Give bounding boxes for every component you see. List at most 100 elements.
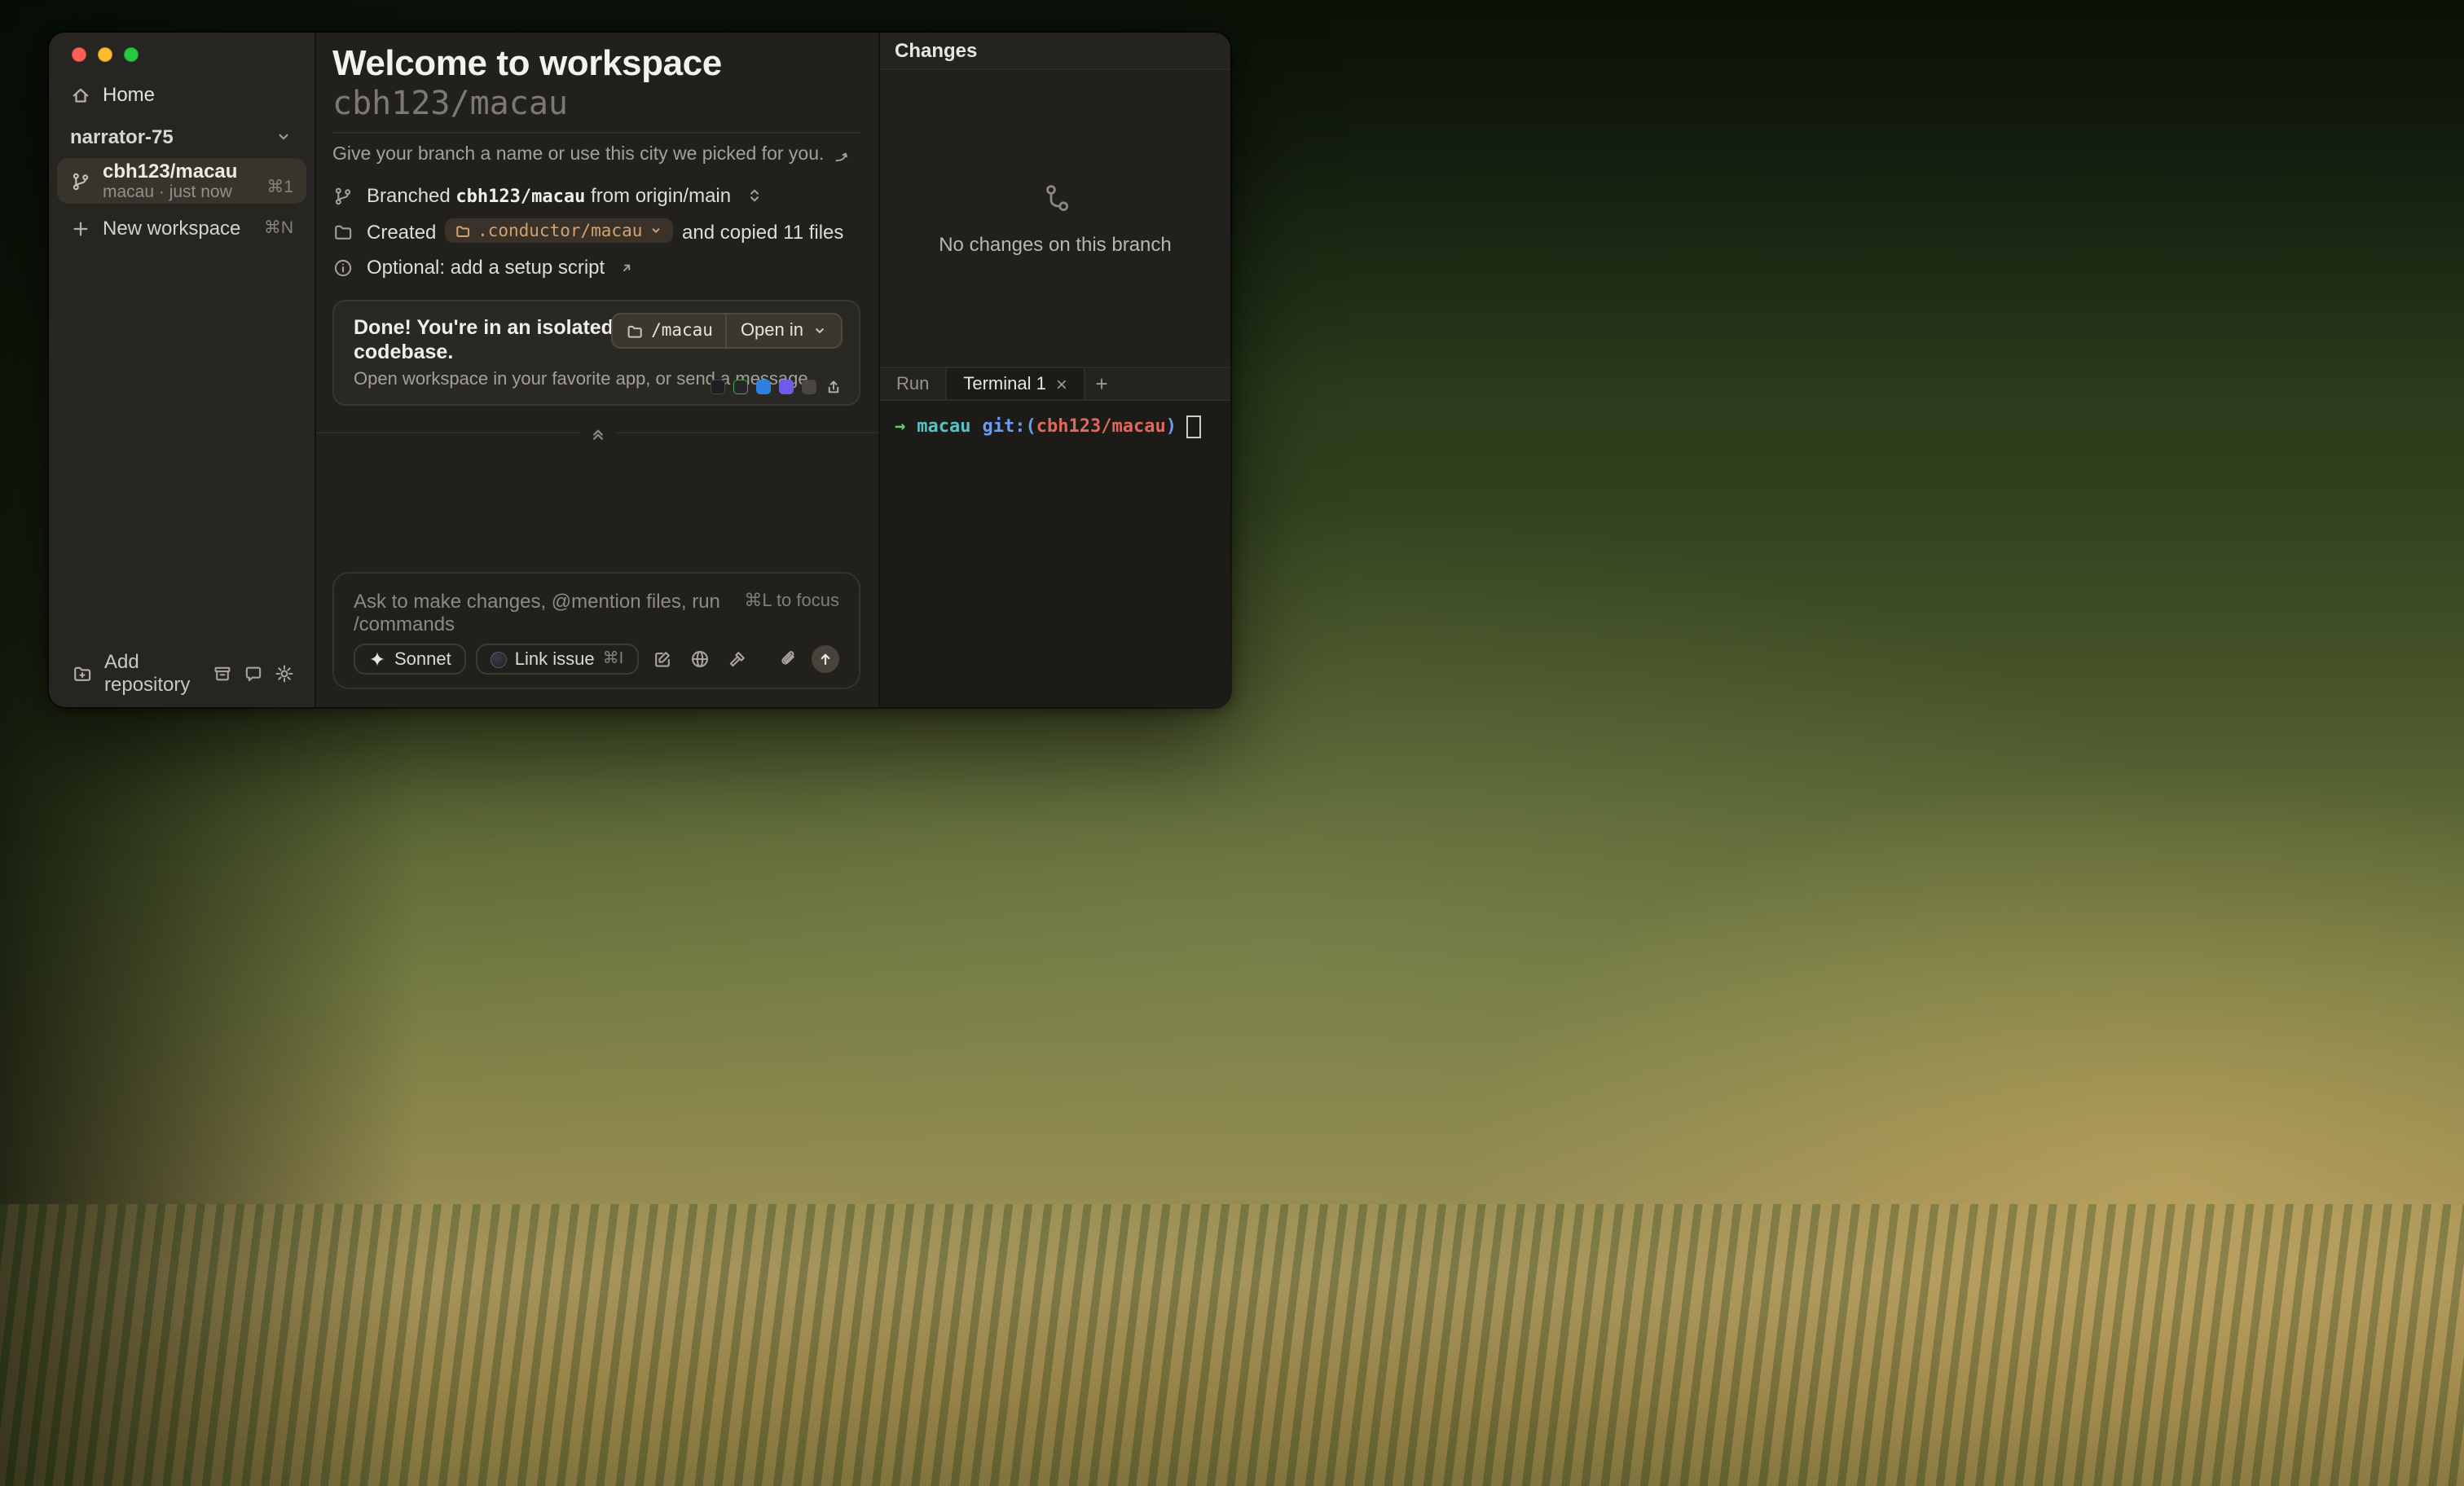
workspace-item-title: cbh123/macau [103, 160, 237, 182]
step-created: Created .conductor/macau and copied 11 f… [332, 217, 860, 246]
app-icon-vscode[interactable] [756, 380, 771, 394]
folder-icon [455, 223, 471, 240]
model-selector-button[interactable]: Sonnet [354, 644, 466, 675]
tools-button[interactable] [723, 645, 750, 673]
globe-icon [689, 648, 710, 670]
composer-toolbar: Sonnet Link issue ⌘I [354, 644, 839, 675]
home-icon [70, 84, 91, 105]
changes-empty-state: No changes on this branch [880, 70, 1230, 367]
folder-icon [332, 221, 354, 242]
open-folder-button[interactable]: /macau [612, 314, 726, 347]
attach-file-button[interactable] [774, 645, 802, 673]
workspace-item-subtitle: macau · just now [103, 182, 237, 201]
welcome-section: Welcome to workspace cbh123/macau Give y… [316, 33, 878, 406]
wallpaper-vineyard-rows [0, 1203, 2464, 1486]
desktop: Home narrator-75 cbh123/macau macau · ju… [0, 0, 2464, 1486]
new-workspace-label: New workspace [103, 217, 240, 240]
send-button[interactable] [812, 645, 839, 673]
compose-icon [651, 648, 672, 670]
focus-shortcut-hint: ⌘L to focus [744, 590, 839, 613]
add-repository-label: Add repository [104, 650, 212, 696]
minimize-window-button[interactable] [98, 47, 112, 62]
paperclip-icon [777, 648, 799, 670]
new-workspace-button[interactable]: New workspace ⌘N [57, 210, 306, 246]
sidebar: Home narrator-75 cbh123/macau macau · ju… [49, 33, 316, 707]
terminal[interactable]: → macau git:( cbh123/macau ) [880, 401, 1230, 707]
hint-text: Give your branch a name or use this city… [332, 143, 824, 168]
share-open-icon[interactable] [825, 378, 843, 396]
step-created-text: Created .conductor/macau and copied 11 f… [367, 219, 843, 244]
archive-icon[interactable] [212, 662, 233, 684]
changes-header: Changes [880, 33, 1230, 70]
composer-placeholder: Ask to make changes, @mention files, run… [354, 590, 728, 635]
open-control: /macau Open in [610, 313, 843, 349]
app-icon-terminal[interactable] [711, 380, 725, 394]
new-workspace-shortcut: ⌘N [264, 218, 293, 238]
branch-name-hint: Give your branch a name or use this city… [332, 143, 860, 168]
add-repository-button[interactable]: Add repository [72, 650, 212, 696]
branch-code: cbh123/macau [455, 186, 585, 207]
double-chevron-up-icon [587, 423, 607, 442]
page-title: Welcome to workspace [332, 44, 860, 83]
collapse-button[interactable] [579, 422, 615, 443]
prompt-branch: cbh123/macau [1036, 414, 1166, 438]
link-issue-shortcut: ⌘I [603, 650, 624, 668]
info-icon [332, 257, 354, 278]
tab-run[interactable]: Run [880, 368, 945, 399]
close-tab-icon[interactable]: × [1056, 374, 1067, 393]
zoom-window-button[interactable] [124, 47, 139, 62]
branch-graph-icon [1036, 181, 1075, 220]
prompt-cwd: macau [917, 414, 970, 438]
chevron-down-icon [812, 323, 828, 339]
folder-path: /macau [651, 321, 713, 341]
settings-gear-icon[interactable] [274, 662, 295, 684]
rename-arrow-icon[interactable] [832, 146, 851, 165]
feedback-chat-icon[interactable] [243, 662, 264, 684]
step-branched-text: Branched cbh123/macau from origin/main [367, 184, 731, 207]
app-icon-editor[interactable] [733, 380, 748, 394]
close-window-button[interactable] [72, 47, 86, 62]
workspace-group-header[interactable]: narrator-75 [57, 119, 306, 155]
right-panel: Changes No changes on this branch Run Te… [880, 33, 1230, 707]
workspace-item-macau[interactable]: cbh123/macau macau · just now ⌘1 [57, 158, 306, 204]
terminal-cursor [1186, 415, 1201, 437]
empty-state-text: No changes on this branch [939, 233, 1172, 256]
prompt-git-prefix: git:( [983, 414, 1036, 438]
window-controls [49, 33, 315, 77]
chat-composer[interactable]: Ask to make changes, @mention files, run… [332, 572, 860, 689]
setup-steps: Branched cbh123/macau from origin/main C… [332, 181, 860, 282]
composer-input-row: Ask to make changes, @mention files, run… [354, 590, 839, 635]
prompt-edit-button[interactable] [648, 645, 675, 673]
changes-title: Changes [895, 39, 977, 62]
sidebar-footer-icons [212, 662, 295, 684]
sidebar-footer: Add repository [49, 650, 315, 707]
web-search-button[interactable] [685, 645, 713, 673]
add-repository-icon [72, 662, 93, 684]
sparkle-icon [368, 650, 386, 668]
terminal-prompt-line: → macau git:( cbh123/macau ) [895, 414, 1216, 438]
prompt-arrow: → [895, 414, 905, 438]
app-shortcuts [711, 378, 843, 396]
chevron-down-icon [274, 127, 293, 147]
app-icon-github[interactable] [779, 380, 794, 394]
chevron-down-icon [649, 224, 663, 239]
workspace-item-text: cbh123/macau macau · just now [103, 160, 237, 201]
app-icon-other[interactable] [802, 380, 816, 394]
folder-icon [625, 322, 643, 340]
sidebar-item-home[interactable]: Home [57, 77, 306, 112]
link-issue-button[interactable]: Link issue ⌘I [476, 644, 638, 675]
add-tab-button[interactable]: + [1085, 368, 1118, 399]
home-label: Home [103, 83, 155, 106]
setup-script-link[interactable]: Optional: add a setup script [367, 256, 605, 279]
switch-branch-icon[interactable] [744, 186, 763, 205]
branch-icon [332, 185, 354, 206]
main-panel: Welcome to workspace cbh123/macau Give y… [316, 33, 880, 707]
plus-icon [70, 218, 91, 239]
done-card: Done! You're in an isolated copy of your… [332, 300, 860, 406]
conductor-path-badge[interactable]: .conductor/macau [445, 219, 673, 244]
open-in-button[interactable]: Open in [726, 314, 841, 347]
linear-icon [491, 651, 507, 667]
workspace-name: cbh123/macau [332, 85, 860, 122]
tab-terminal-1[interactable]: Terminal 1 × [945, 368, 1085, 399]
prompt-git-suffix: ) [1166, 414, 1177, 438]
